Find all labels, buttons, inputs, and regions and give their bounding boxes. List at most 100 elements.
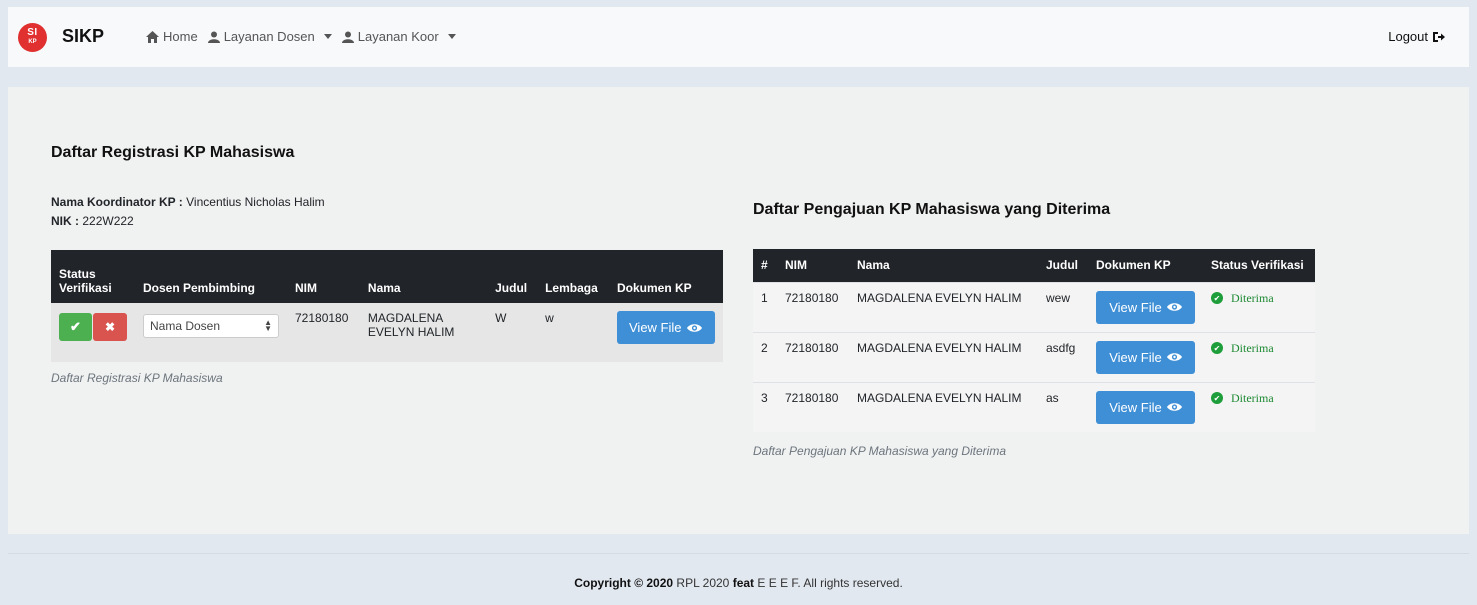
status-cell: ✔ ✖ [51,303,135,362]
logout-icon [1433,31,1445,42]
registrasi-table: Status Verifikasi Dosen Pembimbing NIM N… [51,250,723,362]
view-file-label: View File [1109,399,1162,415]
home-icon [146,30,159,43]
user-icon [341,31,354,43]
logo[interactable]: SI KP [18,23,47,52]
col-nama: Nama [849,249,1038,282]
col-judul: Judul [1038,249,1088,282]
diterima-table: # NIM Nama Judul Dokumen KP Status Verif… [753,249,1315,432]
eye-icon [686,323,702,332]
accept-button[interactable]: ✔ [59,313,92,341]
status-cell: ✔ Diterima [1203,331,1315,382]
logo-text-top: SI [27,27,38,38]
col-dokumen-kp: Dokumen KP [609,250,723,303]
logo-text-bottom: KP [28,39,37,45]
logout-link[interactable]: Logout [1388,29,1445,44]
nama-cell: MAGDALENA EVELYN HALIM [849,281,1038,332]
registrasi-caption: Daftar Registrasi KP Mahasiswa [51,371,223,385]
verify-buttons: ✔ ✖ [59,313,127,341]
judul-cell: asdfg [1038,331,1088,382]
col-dokumen-kp: Dokumen KP [1088,249,1203,282]
nav-home[interactable]: Home [146,29,198,44]
nama-cell: MAGDALENA EVELYN HALIM [849,381,1038,432]
number-cell: 2 [753,331,777,382]
footer: Copyright © 2020 RPL 2020 feat E E E F. … [0,576,1477,590]
footer-copyright: Copyright © 2020 [574,576,674,590]
view-file-label: View File [1109,299,1162,315]
footer-rights: E E E F. All rights reserved. [757,576,903,590]
select-arrows-icon: ▲ ▼ [264,318,272,333]
check-circle-icon: ✔ [1211,392,1223,405]
col-dosen-pembimbing: Dosen Pembimbing [135,250,287,303]
status-diterima: Diterima [1231,340,1274,355]
col-judul: Judul [487,250,538,303]
view-file-label: View File [629,320,682,335]
number-cell: 1 [753,281,777,332]
nav-layanan-dosen[interactable]: Layanan Dosen [207,29,332,44]
nav-layanan-dosen-label: Layanan Dosen [223,29,315,44]
diterima-caption: Daftar Pengajuan KP Mahasiswa yang Diter… [753,444,1007,458]
dosen-select[interactable]: Nama Dosen ▲ ▼ [143,314,279,338]
judul-cell: W [487,303,538,362]
registrasi-title: Daftar Registrasi KP Mahasiswa [51,144,295,161]
nik-label: NIK : [51,214,79,228]
view-file-button[interactable]: View File [1096,390,1195,424]
close-icon: ✖ [104,320,116,334]
nim-cell: 72180180 [777,381,849,432]
status-cell: ✔ Diterima [1203,281,1315,332]
navbar: SI KP SIKP Home Layanan Dosen Layanan Ko… [8,7,1469,67]
col-nim: NIM [777,249,849,282]
eye-icon [1166,403,1182,411]
eye-icon [1166,353,1182,361]
col-nama: Nama [359,250,488,303]
status-cell: ✔ Diterima [1203,381,1315,432]
col-number: # [753,249,777,282]
nama-cell: MAGDALENA EVELYN HALIM [849,331,1038,382]
col-status-verifikasi: Status Verifikasi [51,250,135,303]
nama-cell: MAGDALENA EVELYN HALIM [359,303,488,362]
koordinator-label: Nama Koordinator KP : [51,195,183,209]
nav-links: Home Layanan Dosen Layanan Koor [146,29,456,44]
judul-cell: wew [1038,281,1088,332]
dokumen-cell: View File [1088,381,1203,432]
dokumen-cell: View File [1088,281,1203,332]
eye-icon [1166,303,1182,311]
status-diterima: Diterima [1231,290,1274,305]
main-content: Daftar Registrasi KP Mahasiswa Nama Koor… [8,87,1469,534]
nik-value: 222W222 [82,214,134,228]
user-icon [207,31,220,43]
check-circle-icon: ✔ [1211,292,1223,305]
nav-layanan-koor-label: Layanan Koor [357,29,439,44]
table-row: 1 72180180 MAGDALENA EVELYN HALIM wew Vi… [753,281,1315,332]
chevron-down-icon [447,34,456,39]
check-circle-icon: ✔ [1211,342,1223,355]
nim-cell: 72180180 [777,331,849,382]
check-icon: ✔ [70,319,81,334]
view-file-button[interactable]: View File [1096,290,1195,324]
col-nim: NIM [287,250,360,303]
view-file-button[interactable]: View File [1096,340,1195,374]
dosen-select-value: Nama Dosen [150,319,221,333]
judul-cell: as [1038,381,1088,432]
nim-cell: 72180180 [287,303,360,362]
number-cell: 3 [753,381,777,432]
table-header-row: # NIM Nama Judul Dokumen KP Status Verif… [753,249,1315,282]
footer-feat: feat [732,576,755,590]
table-header-row: Status Verifikasi Dosen Pembimbing NIM N… [51,250,723,303]
lembaga-cell: w [537,303,609,362]
dokumen-cell: View File [609,303,723,362]
view-file-button[interactable]: View File [617,311,715,344]
col-lembaga: Lembaga [537,250,609,303]
col-status-verifikasi: Status Verifikasi [1203,249,1315,282]
diterima-title: Daftar Pengajuan KP Mahasiswa yang Diter… [753,201,1111,218]
koordinator-info: Nama Koordinator KP : Vincentius Nichola… [51,193,325,231]
nim-cell: 72180180 [777,281,849,332]
footer-project: RPL 2020 [676,576,730,590]
nav-layanan-koor[interactable]: Layanan Koor [341,29,456,44]
koordinator-value: Vincentius Nicholas Halim [186,195,325,209]
brand-name[interactable]: SIKP [62,26,104,47]
table-row: 3 72180180 MAGDALENA EVELYN HALIM as Vie… [753,381,1315,432]
reject-button[interactable]: ✖ [93,313,127,341]
nav-home-label: Home [163,29,198,44]
chevron-down-icon [323,34,332,39]
